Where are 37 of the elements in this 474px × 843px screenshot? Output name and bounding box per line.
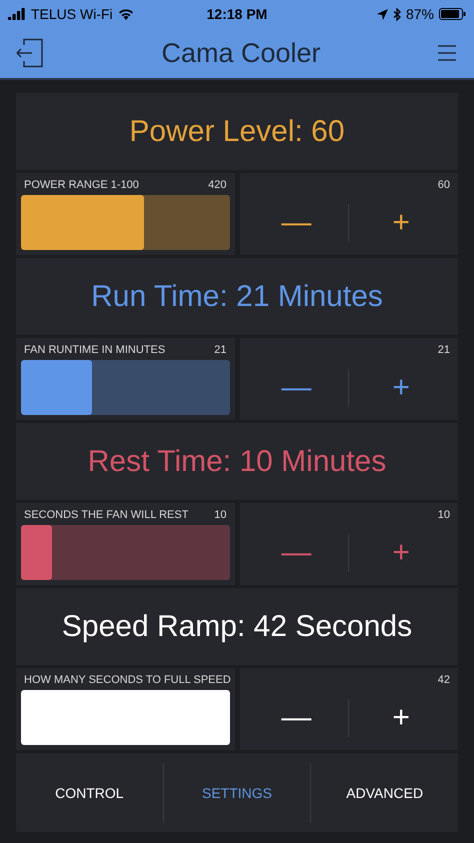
minus-button[interactable]: — — [244, 698, 348, 738]
slider-label: FAN RUNTIME IN MINUTES — [24, 344, 166, 358]
app-title: Cama Cooler — [161, 38, 321, 68]
stepper-value: 21 — [438, 344, 450, 358]
slider-value: 10 — [214, 509, 226, 523]
stepper-value: 60 — [438, 179, 450, 193]
section-title: Rest Time: 10 Minutes — [88, 444, 386, 478]
plus-button[interactable]: + — [349, 698, 453, 738]
slider-value: 21 — [214, 344, 226, 358]
plus-button[interactable]: + — [349, 202, 453, 242]
time-text: 12:18 PM — [206, 6, 268, 22]
slider-label: HOW MANY SECONDS TO FULL SPEED — [24, 674, 231, 688]
stepper-value: 42 — [438, 674, 450, 688]
signal-icon — [8, 8, 26, 20]
wifi-icon — [118, 8, 134, 20]
plus-button[interactable]: + — [349, 368, 453, 408]
stepper-value: 10 — [438, 509, 450, 523]
location-icon — [376, 8, 388, 20]
minus-button[interactable]: — — [244, 202, 348, 242]
battery-text: 87% — [406, 6, 434, 22]
tab[interactable]: SETTINGS — [164, 753, 310, 832]
menu-icon[interactable] — [438, 45, 456, 61]
tab[interactable]: CONTROL — [16, 753, 163, 832]
battery-icon — [438, 8, 466, 20]
exit-icon[interactable] — [16, 38, 44, 68]
section-title: Run Time: 21 Minutes — [91, 280, 383, 314]
minus-button[interactable]: — — [244, 532, 348, 572]
slider-label: POWER RANGE 1-100 — [24, 179, 139, 193]
section-title: Power Level: 60 — [129, 114, 345, 148]
plus-button[interactable]: + — [349, 532, 453, 572]
slider-value: 420 — [208, 179, 226, 193]
slider-label: SECONDS THE FAN WILL REST — [24, 509, 188, 523]
tab[interactable]: ADVANCED — [311, 753, 458, 832]
minus-button[interactable]: — — [244, 368, 348, 408]
bluetooth-icon — [392, 8, 401, 20]
section-title: Speed Ramp: 42 Seconds — [62, 610, 412, 644]
carrier-text: TELUS Wi-Fi — [31, 6, 113, 22]
